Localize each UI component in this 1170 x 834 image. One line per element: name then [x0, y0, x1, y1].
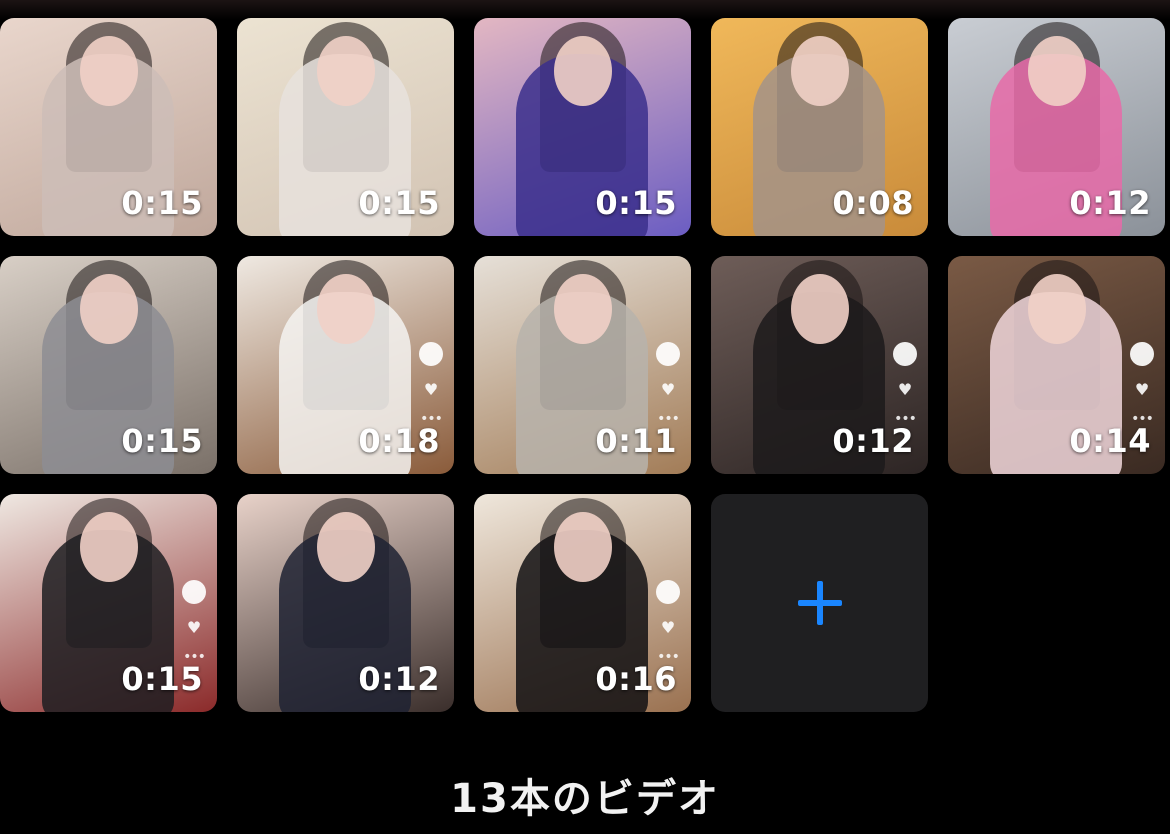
video-thumbnail[interactable]: 0:15 [0, 18, 217, 236]
video-thumbnail[interactable]: 0:15 [237, 18, 454, 236]
video-duration: 0:15 [121, 660, 203, 698]
person-face-shape [554, 36, 612, 106]
person-face-shape [317, 36, 375, 106]
video-duration: 0:11 [595, 422, 677, 460]
avatar-circle-icon [893, 342, 917, 366]
overlay-icons: ♥ ••• [181, 580, 207, 664]
video-thumbnail[interactable]: 0:15 [0, 256, 217, 474]
video-duration: 0:14 [1069, 422, 1151, 460]
video-thumbnail[interactable]: 0:12 [237, 494, 454, 712]
avatar-circle-icon [656, 580, 680, 604]
top-fade [0, 0, 1170, 20]
video-thumbnail[interactable]: ♥ ••• 0:11 [474, 256, 691, 474]
plus-icon [797, 581, 842, 625]
person-face-shape [791, 36, 849, 106]
person-face-shape [1028, 274, 1086, 344]
video-thumbnail[interactable]: ♥ ••• 0:15 [0, 494, 217, 712]
video-duration: 0:18 [358, 422, 440, 460]
heart-icon: ♥ [897, 380, 913, 399]
person-face-shape [791, 274, 849, 344]
video-thumbnail[interactable]: 0:08 [711, 18, 928, 236]
overlay-icons: ♥ ••• [892, 342, 918, 426]
avatar-circle-icon [182, 580, 206, 604]
video-thumbnail[interactable]: ♥ ••• 0:18 [237, 256, 454, 474]
video-duration: 0:15 [595, 184, 677, 222]
video-thumbnail[interactable]: ♥ ••• 0:12 [711, 256, 928, 474]
video-thumbnail[interactable]: 0:15 [474, 18, 691, 236]
person-face-shape [80, 512, 138, 582]
video-thumbnail[interactable]: 0:12 [948, 18, 1165, 236]
avatar-circle-icon [1130, 342, 1154, 366]
video-thumbnail[interactable]: ♥ ••• 0:16 [474, 494, 691, 712]
video-duration: 0:15 [121, 184, 203, 222]
heart-icon: ♥ [186, 618, 202, 637]
heart-icon: ♥ [660, 380, 676, 399]
avatar-circle-icon [656, 342, 680, 366]
person-face-shape [1028, 36, 1086, 106]
video-duration: 0:15 [358, 184, 440, 222]
add-video-button[interactable] [711, 494, 928, 712]
overlay-icons: ♥ ••• [1129, 342, 1155, 426]
heart-icon: ♥ [1134, 380, 1150, 399]
video-grid: 0:15 0:15 0:15 0:08 0:12 0:15 ♥ ••• 0:18 ♥ ••• 0:11… [0, 18, 1165, 712]
video-thumbnail[interactable]: ♥ ••• 0:14 [948, 256, 1165, 474]
video-duration: 0:15 [121, 422, 203, 460]
person-face-shape [554, 274, 612, 344]
person-face-shape [317, 274, 375, 344]
person-face-shape [554, 512, 612, 582]
heart-icon: ♥ [660, 618, 676, 637]
overlay-icons: ♥ ••• [655, 342, 681, 426]
person-face-shape [317, 512, 375, 582]
video-duration: 0:12 [832, 422, 914, 460]
video-duration: 0:16 [595, 660, 677, 698]
heart-icon: ♥ [423, 380, 439, 399]
overlay-icons: ♥ ••• [655, 580, 681, 664]
video-duration: 0:12 [358, 660, 440, 698]
avatar-circle-icon [419, 342, 443, 366]
person-face-shape [80, 36, 138, 106]
person-face-shape [80, 274, 138, 344]
overlay-icons: ♥ ••• [418, 342, 444, 426]
video-duration: 0:08 [832, 184, 914, 222]
video-count-label: 13本のビデオ [450, 776, 720, 822]
video-duration: 0:12 [1069, 184, 1151, 222]
